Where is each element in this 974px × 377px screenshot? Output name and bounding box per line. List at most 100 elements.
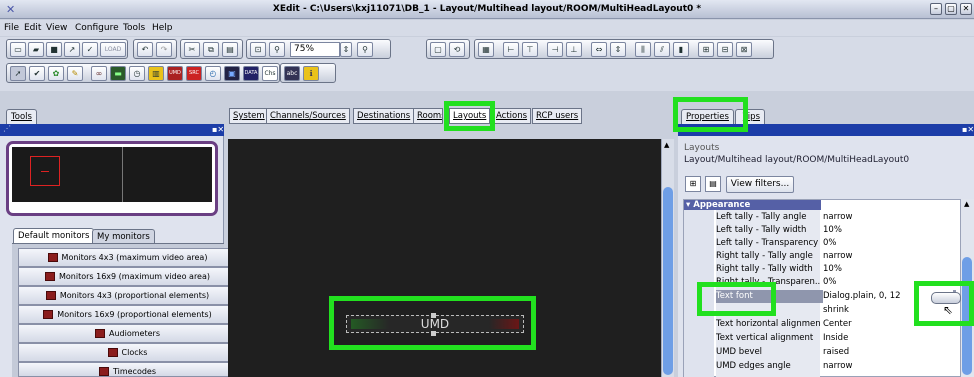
- property-value[interactable]: Center: [823, 318, 953, 331]
- property-row[interactable]: Left tally - Transparency 0%: [716, 237, 956, 250]
- clock-tool-icon[interactable]: ◷: [129, 66, 145, 81]
- audio-tool-icon[interactable]: ▬: [110, 66, 126, 81]
- undo-icon[interactable]: ↶: [137, 42, 153, 57]
- tab-channels-sources[interactable]: Channels/Sources: [266, 108, 350, 124]
- property-value[interactable]: shrink: [823, 304, 953, 317]
- grid-icon[interactable]: ▦: [478, 42, 494, 57]
- tools-panel-close-icon[interactable]: ▪✕: [212, 125, 224, 134]
- property-row[interactable]: Text vertical alignment Inside: [716, 332, 956, 345]
- cut-icon[interactable]: ✂: [184, 42, 200, 57]
- tool-monitors-4x3-max[interactable]: Monitors 4x3 (maximum video area): [18, 248, 237, 267]
- property-row[interactable]: UMD bevel raised: [716, 346, 956, 359]
- property-value[interactable]: 10%: [823, 224, 953, 237]
- pointer-icon[interactable]: ➚: [10, 66, 26, 81]
- distribute-h-icon[interactable]: ⇔: [591, 42, 607, 57]
- save-icon[interactable]: ■: [46, 42, 62, 57]
- redo-icon[interactable]: ↷: [156, 42, 172, 57]
- tab-tips[interactable]: Tips: [735, 109, 765, 124]
- load-button[interactable]: LOAD: [100, 42, 126, 57]
- distribute-v-icon[interactable]: ⇕: [610, 42, 626, 57]
- tally-tool-icon[interactable]: ✿: [48, 66, 64, 81]
- tab-properties[interactable]: Properties: [681, 109, 734, 124]
- new-file-icon[interactable]: ▭: [10, 42, 26, 57]
- appearance-section[interactable]: ▾ Appearance: [684, 200, 821, 210]
- scroll-up-icon[interactable]: ▲: [964, 200, 969, 208]
- property-value[interactable]: Inside: [823, 332, 953, 345]
- menu-tools[interactable]: Tools: [123, 23, 145, 33]
- property-row[interactable]: Text horizontal alignment Center: [716, 318, 956, 331]
- view-filters-button[interactable]: View filters...: [726, 176, 794, 193]
- property-value[interactable]: 0%: [823, 237, 953, 250]
- pencil-tool-icon[interactable]: ✎: [67, 66, 83, 81]
- tab-layouts[interactable]: Layouts: [449, 108, 491, 124]
- tool-timecodes[interactable]: Timecodes: [18, 362, 237, 377]
- property-row[interactable]: shrink: [716, 304, 956, 317]
- table-view-icon[interactable]: ▤: [705, 176, 721, 192]
- layer-down-icon[interactable]: ⊠: [736, 42, 752, 57]
- layer-up-icon[interactable]: ⊞: [698, 42, 714, 57]
- scroll-up-icon[interactable]: ▲: [664, 141, 669, 149]
- tab-default-monitors[interactable]: Default monitors: [13, 228, 95, 243]
- resize-handle[interactable]: [431, 331, 436, 336]
- src-tool-icon[interactable]: SRC: [186, 66, 202, 81]
- property-row[interactable]: UMD edges angle narrow: [716, 360, 956, 373]
- tab-rcp-users[interactable]: RCP users: [532, 108, 583, 124]
- tool-monitors-4x3-prop[interactable]: Monitors 4x3 (proportional elements): [18, 286, 237, 305]
- property-row[interactable]: Left tally - Tally width 10%: [716, 224, 956, 237]
- property-row[interactable]: Right tally - Tally width 10%: [716, 263, 956, 276]
- link-tool-icon[interactable]: ∞: [91, 66, 107, 81]
- maximize-icon[interactable]: ▢: [945, 3, 957, 15]
- check-tool-icon[interactable]: ✔: [29, 66, 45, 81]
- export-icon[interactable]: ↗: [64, 42, 80, 57]
- tool-monitors-16x9-prop[interactable]: Monitors 16x9 (proportional elements): [18, 305, 237, 324]
- monitor-tool-icon[interactable]: ▣: [224, 66, 240, 81]
- tool-audiometers[interactable]: Audiometers: [18, 324, 237, 343]
- property-value[interactable]: narrow: [823, 360, 953, 373]
- property-row-text-font[interactable]: Text font Dialog.plain, 0, 12: [716, 290, 956, 303]
- layer-mid-icon[interactable]: ⊟: [717, 42, 733, 57]
- menu-edit[interactable]: Edit: [24, 23, 41, 33]
- menu-file[interactable]: File: [4, 23, 19, 33]
- tool-clocks[interactable]: Clocks: [18, 343, 237, 362]
- resize-handle[interactable]: [431, 313, 436, 318]
- property-value[interactable]: raised: [823, 346, 953, 359]
- align-bottom-icon[interactable]: ⊥: [566, 42, 582, 57]
- check-icon[interactable]: ✓: [82, 42, 98, 57]
- same-width-icon[interactable]: ⫼: [635, 42, 651, 57]
- scroll-thumb[interactable]: [663, 187, 673, 375]
- close-icon[interactable]: ✕: [960, 3, 972, 15]
- data-tool-icon[interactable]: DATA: [243, 66, 259, 81]
- menu-configure[interactable]: Configure: [75, 23, 119, 33]
- zoom-select[interactable]: 75%: [290, 42, 340, 57]
- timer-tool-icon[interactable]: ◴: [205, 66, 221, 81]
- drag-handle-icon[interactable]: ⋰: [3, 124, 11, 133]
- property-row[interactable]: Left tally - Tally angle narrow: [716, 211, 956, 224]
- property-row[interactable]: Right tally - Transparen... 0%: [716, 276, 956, 289]
- tab-actions[interactable]: Actions: [492, 108, 532, 124]
- categorized-view-icon[interactable]: ⊞: [685, 176, 701, 192]
- canvas-scrollbar[interactable]: ▲: [661, 139, 674, 377]
- tab-system[interactable]: System: [229, 108, 269, 124]
- umd-widget[interactable]: UMD: [346, 313, 524, 336]
- tools-tab[interactable]: Tools: [6, 109, 37, 124]
- align-top-icon[interactable]: ⊤: [522, 42, 538, 57]
- tool-monitors-16x9-max[interactable]: Monitors 16x9 (maximum video area): [18, 267, 237, 286]
- tab-destinations[interactable]: Destinations: [353, 108, 415, 124]
- zoom-in-icon[interactable]: ⚲: [357, 42, 373, 57]
- label-tool-icon[interactable]: ▥: [148, 66, 164, 81]
- refresh-icon[interactable]: ⟲: [449, 42, 465, 57]
- copy-icon[interactable]: ⧉: [203, 42, 219, 57]
- layout-canvas[interactable]: UMD: [228, 139, 661, 377]
- umd-tool-icon[interactable]: UMD: [167, 66, 183, 81]
- collapse-icon[interactable]: ▾: [686, 200, 690, 210]
- property-value[interactable]: narrow: [823, 250, 953, 263]
- properties-close-icon[interactable]: ▪✕: [962, 125, 974, 134]
- align-left-icon[interactable]: ⊢: [503, 42, 519, 57]
- same-height-icon[interactable]: ⫽: [654, 42, 670, 57]
- tab-rooms[interactable]: Rooms: [413, 108, 443, 124]
- bar-icon[interactable]: ▮: [673, 42, 689, 57]
- property-value[interactable]: 0%: [823, 276, 953, 289]
- property-value[interactable]: 10%: [823, 263, 953, 276]
- info-tool-icon[interactable]: ℹ: [303, 66, 319, 81]
- abc-tool-icon[interactable]: abc: [284, 66, 300, 81]
